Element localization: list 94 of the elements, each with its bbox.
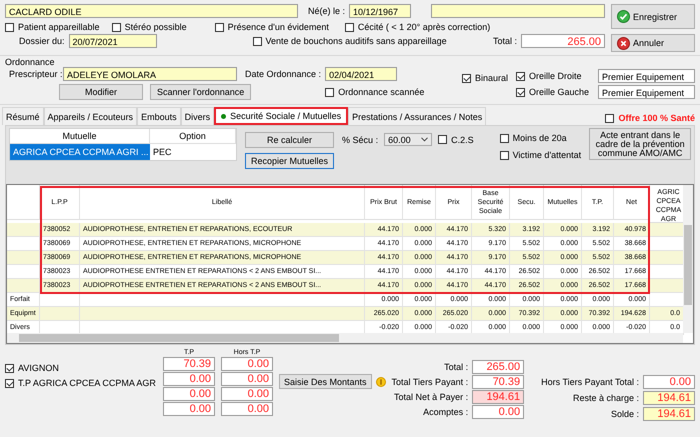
dossier-date-field[interactable]: 20/07/2021 (68, 34, 157, 48)
ordonnance-button[interactable]: Modifier (59, 84, 143, 100)
column-header: Option (150, 129, 236, 143)
ear-field[interactable]: Premier Equipement (598, 85, 695, 99)
total-field: 265.00 (472, 360, 524, 374)
checkbox-label: Oreille Gauche (529, 87, 590, 97)
checkbox[interactable] (500, 150, 509, 160)
check-icon (617, 10, 630, 23)
cancel-button[interactable]: Annuler (611, 34, 695, 52)
total-label: Total Net à Payer : (394, 392, 468, 402)
checkbox-label: Vente de bouchons auditifs sans appareillage (266, 36, 447, 46)
dossier-label: Dossier du: (19, 36, 65, 46)
prevention-button[interactable]: Acte entrant dans le cadre de la prévention commune AMO/AMC (589, 128, 691, 160)
checkbox-label: Présence d'un évidement (228, 22, 329, 32)
amount-field[interactable]: 70.39 (163, 357, 215, 371)
total-field: 194.61 (472, 390, 524, 404)
checkbox[interactable] (5, 378, 14, 388)
chevron-down-icon (421, 137, 428, 142)
amount-field[interactable]: 0.00 (163, 387, 215, 401)
checkbox-label: Victime d'attentat (512, 150, 582, 160)
ordonnance-date-field[interactable]: 02/04/2021 (325, 67, 398, 81)
checkbox-label: Stéréo possible (124, 22, 187, 32)
secu-select[interactable]: 60.00 (384, 133, 432, 146)
tab[interactable]: Appareils / Ecouteurs (44, 107, 138, 125)
amount-field[interactable]: 0.00 (221, 357, 273, 371)
option-cell[interactable]: PEC (150, 143, 236, 160)
total-label: Solde : (610, 409, 639, 419)
ordonnance-title: Ordonnance (5, 57, 56, 67)
checkbox[interactable] (5, 22, 14, 32)
checkbox[interactable] (344, 22, 354, 32)
total-field: 194.61 (643, 391, 695, 405)
checkbox[interactable] (516, 88, 525, 96)
total-field: 194.61 (643, 407, 695, 421)
ear-field[interactable]: Premier Equipement (598, 69, 695, 83)
total-label: Total Tiers Payant : (392, 377, 468, 387)
save-button[interactable]: Enregistrer (611, 4, 695, 29)
secu-label: % Sécu : (342, 134, 378, 144)
amount-field[interactable]: 0.00 (163, 372, 215, 386)
copy-button[interactable]: Recopier Mutuelles (245, 153, 334, 169)
horizontal-scrollbar[interactable] (7, 333, 683, 343)
amount-field[interactable]: 0.00 (221, 387, 273, 401)
checkbox-label: Patient appareillable (18, 22, 100, 32)
cancel-icon (617, 36, 630, 50)
checkbox[interactable] (325, 88, 334, 96)
total-label: Total : (492, 36, 517, 46)
checkbox[interactable] (112, 22, 121, 32)
vertical-scrollbar[interactable] (683, 185, 693, 333)
tab[interactable]: Securité Sociale / Mutuelles (214, 107, 348, 125)
amount-field[interactable]: 0.00 (163, 402, 215, 416)
checkbox-label: Cécité ( < 1 20° après correction) (358, 22, 490, 32)
checkbox[interactable] (500, 134, 509, 142)
checkbox-label: Binaural (474, 73, 508, 83)
info-icon (376, 376, 386, 386)
birth-date-field[interactable]: 10/12/1967 (349, 4, 412, 18)
tab[interactable]: Résumé (2, 107, 44, 125)
amount-field[interactable]: 0.00 (221, 372, 273, 386)
name-field[interactable]: CACLARD ODILE (5, 4, 298, 18)
checkbox-label: Moins de 20a (512, 133, 567, 143)
ordonnance-button[interactable]: Scanner l'ordonnance (150, 84, 252, 100)
date-ordonnance-label: Date Ordonnance : (245, 69, 322, 79)
prescripteur-field[interactable]: ADELEYE OMOLARA (63, 67, 237, 81)
checkbox-label: AVIGNON (18, 363, 59, 373)
tab[interactable]: Divers (180, 107, 214, 125)
checkbox-label: C.2.S (451, 134, 474, 144)
birth-label: Né(e) le : (308, 6, 346, 16)
checkbox[interactable] (516, 72, 525, 80)
checkbox[interactable] (462, 74, 471, 82)
checkbox[interactable] (252, 36, 262, 46)
tab[interactable]: Prestations / Assurances / Notes (348, 107, 486, 125)
mutuelle-cell[interactable]: AGRICA CPCEA CCPMA AGRI ... (10, 143, 150, 160)
total-label: Reste à charge : (572, 393, 639, 403)
text-field[interactable] (431, 4, 605, 18)
checkbox-label: Oreille Droite (529, 71, 582, 81)
total-label: Hors Tiers Payant Total : (541, 377, 639, 387)
recalculate-button[interactable]: Re calculer (245, 132, 334, 148)
checkbox-label: Offre 100 % Santé (618, 113, 695, 123)
table-cell (650, 251, 684, 265)
amount-field[interactable]: 0.00 (221, 402, 273, 416)
table-cell (650, 223, 684, 237)
saisie-button[interactable]: Saisie Des Montants (279, 374, 372, 389)
checkbox-label: Ordonnance scannée (338, 87, 424, 97)
checkbox[interactable] (438, 135, 448, 144)
checkbox-label: T.P AGRICA CPCEA CCPMA AGR (18, 378, 156, 388)
total-field: 70.39 (472, 375, 524, 389)
checkbox[interactable] (214, 22, 224, 32)
checkbox[interactable] (605, 114, 614, 122)
total-field: 0.00 (472, 405, 524, 419)
checkbox[interactable] (5, 364, 14, 372)
total-label: Acomptes : (423, 407, 468, 417)
total-field: 0.00 (643, 375, 695, 389)
total-label: Total : (444, 362, 468, 372)
table-cell (650, 279, 684, 293)
tab[interactable]: Embouts (137, 107, 181, 125)
total-field: 265.00 (521, 34, 605, 48)
